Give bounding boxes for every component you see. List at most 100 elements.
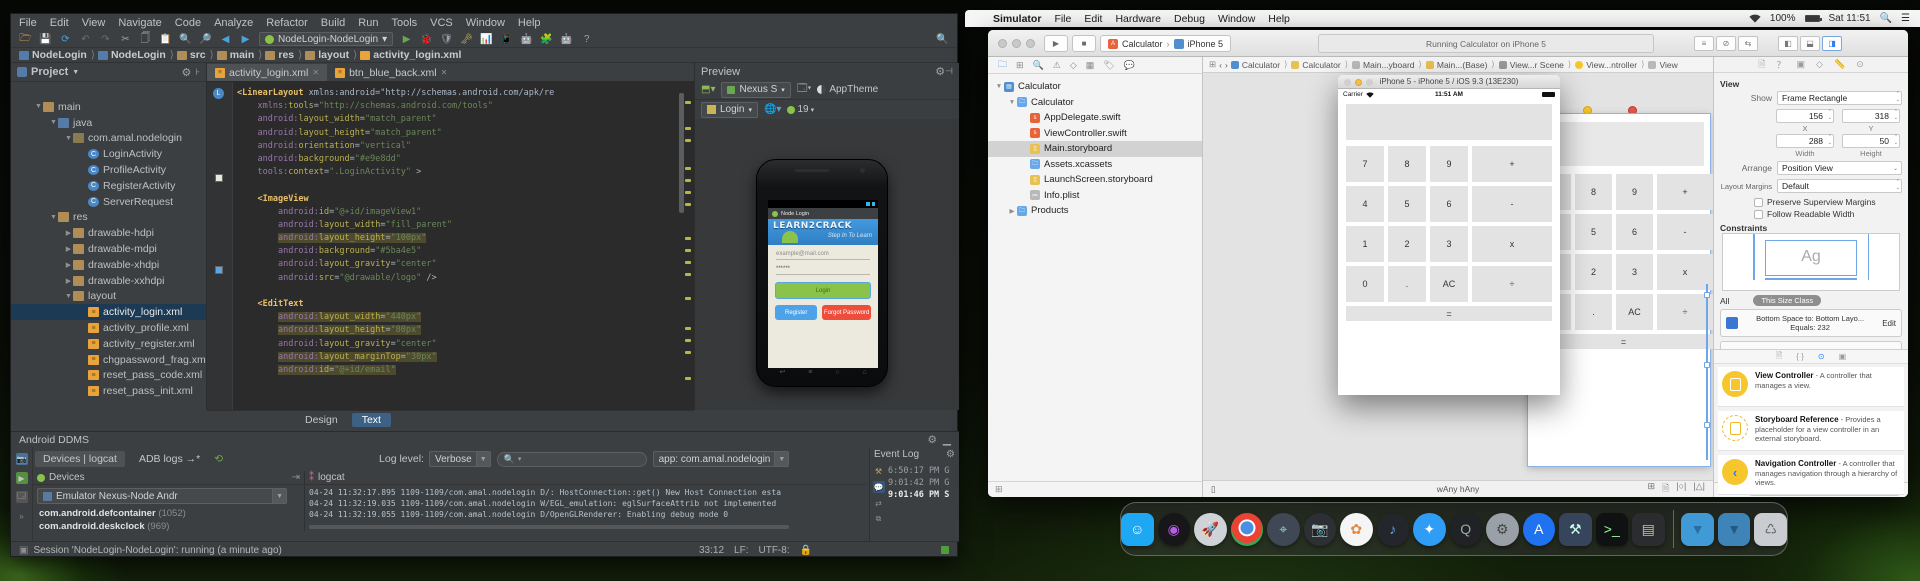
menu-item-run[interactable]: Run — [358, 17, 378, 29]
report-navigator-icon[interactable]: 💬 — [1124, 60, 1135, 71]
jumpbar-segment[interactable]: Main...yboard — [1352, 60, 1415, 70]
code-editor[interactable]: <LinearLayout xmlns:android="http://sche… — [237, 87, 680, 377]
activity-selector[interactable]: Login▾ — [701, 102, 758, 118]
mac-menu-help[interactable]: Help — [1268, 13, 1290, 25]
screen-record-icon[interactable]: ▶ — [16, 472, 28, 484]
disclosure-icon[interactable]: ▶ — [1007, 207, 1017, 215]
sim-key-5[interactable]: 5 — [1388, 186, 1426, 222]
disclosure-icon[interactable]: ▼ — [1007, 99, 1017, 106]
paste-icon[interactable]: 📋 — [159, 33, 172, 46]
tree-expand-icon[interactable]: ▶ — [64, 261, 73, 269]
dock-itunes[interactable]: ♪ — [1377, 513, 1410, 546]
sim-key-+[interactable]: + — [1472, 146, 1552, 182]
restart-adb-icon[interactable]: ⟲ — [214, 453, 223, 465]
sim-key-0[interactable]: 0 — [1346, 266, 1384, 302]
menu-item-refactor[interactable]: Refactor — [266, 17, 308, 29]
object-library-icon[interactable]: ⊙ — [1818, 352, 1825, 361]
back-icon[interactable]: ◀ — [219, 33, 232, 46]
menu-item-window[interactable]: Window — [466, 17, 505, 29]
settings-wrench-icon[interactable]: ⚒ — [873, 465, 885, 477]
sim-key-7[interactable]: 7 — [1346, 146, 1384, 182]
tree-item-res[interactable]: ▼res — [11, 210, 206, 226]
mac-menu-window[interactable]: Window — [1218, 13, 1255, 25]
share-icon[interactable]: ⇄ — [873, 497, 885, 509]
mac-menu-hardware[interactable]: Hardware — [1115, 13, 1161, 25]
event-log-bubble-icon[interactable]: 💬 — [873, 481, 885, 493]
find-navigator-icon[interactable]: 🔍 — [1033, 60, 1044, 71]
login-button[interactable]: Login — [775, 282, 871, 299]
sim-key-equals[interactable]: = — [1346, 306, 1552, 321]
breadcrumb-item-main[interactable]: main⟩ — [217, 49, 264, 61]
tree-item-drawable-xxhdpi[interactable]: ▶drawable-xxhdpi — [11, 273, 206, 289]
tree-expand-icon[interactable]: ▼ — [34, 103, 43, 110]
dock-downloads-folder[interactable]: ▼ — [1718, 513, 1751, 546]
toggle-navigator-icon[interactable]: ◧ — [1778, 36, 1798, 51]
android-icon[interactable]: 🤖 — [560, 33, 573, 46]
tree-item-reset_pass_code-xml[interactable]: ≡reset_pass_code.xml — [11, 368, 206, 384]
menubar-clock[interactable]: Sat 11:51 — [1829, 13, 1871, 24]
tab-adb-logs[interactable]: ADB logs →* — [131, 451, 208, 467]
storyboard-key-.[interactable]: . — [1575, 294, 1612, 330]
tree-expand-icon[interactable]: ▶ — [64, 245, 73, 253]
hide-preview-icon[interactable]: ⊣ — [945, 66, 953, 77]
sim-close-button[interactable] — [1344, 79, 1351, 86]
jumpbar-segment[interactable]: Calculator — [1231, 60, 1280, 70]
breadcrumb-item-layout[interactable]: layout⟩ — [305, 49, 358, 61]
size-class-control[interactable]: wAny hAny — [1437, 484, 1480, 494]
run-configuration-select[interactable]: NodeLogin-NodeLogin▾ — [259, 32, 393, 46]
size-inspector-icon[interactable]: 📏 — [1834, 59, 1845, 70]
zoom-button[interactable] — [1026, 39, 1035, 48]
notification-center-icon[interactable]: ☰ — [1901, 13, 1910, 24]
dock-quicktime[interactable]: Q — [1450, 513, 1483, 546]
width-field[interactable]: 288 — [1776, 134, 1834, 148]
dock-trash[interactable]: ♺ — [1754, 513, 1787, 546]
tree-item-drawable-xhdpi[interactable]: ▶drawable-xhdpi — [11, 257, 206, 273]
spotlight-icon[interactable]: 🔍 — [1880, 13, 1892, 24]
ddms-gear-icon[interactable]: ⚙ — [928, 434, 937, 446]
tree-item-LoginActivity[interactable]: CLoginActivity — [11, 146, 206, 162]
debug-icon[interactable]: 🐞 — [420, 33, 433, 46]
lock-icon[interactable]: 🔒 — [800, 545, 812, 556]
storyboard-key-x[interactable]: x — [1657, 254, 1713, 290]
logcat-scrollbar[interactable] — [309, 525, 789, 529]
tree-item-activity_login-xml[interactable]: ≡activity_login.xml — [11, 304, 206, 320]
sim-key-x[interactable]: x — [1472, 226, 1552, 262]
constraint-item[interactable]: Bottom Space to: Bottom Layo...Equals: 2… — [1720, 309, 1902, 337]
forward-icon[interactable]: ▶ — [239, 33, 252, 46]
tree-item-drawable-hdpi[interactable]: ▶drawable-hdpi — [11, 225, 206, 241]
color-swatch[interactable] — [215, 266, 223, 274]
mac-menu-debug[interactable]: Debug — [1174, 13, 1205, 25]
storyboard-key-+[interactable]: + — [1657, 174, 1713, 210]
storyboard-key-equals[interactable]: = — [1534, 334, 1713, 349]
storyboard-key-5[interactable]: 5 — [1575, 214, 1612, 250]
tree-item-activity_register-xml[interactable]: ≡activity_register.xml — [11, 336, 206, 352]
breadcrumb-item-src[interactable]: src⟩ — [177, 49, 215, 61]
virtual-device-icon[interactable]: 🧩 — [540, 33, 553, 46]
file-template-library-icon[interactable]: 🗎 — [1776, 350, 1782, 364]
menu-item-build[interactable]: Build — [321, 17, 345, 29]
library-card-storyboard-reference[interactable]: Storyboard Reference - Provides a placeh… — [1718, 411, 1904, 451]
device-combo[interactable]: Emulator Nexus-Node Andr▼ — [37, 488, 287, 504]
symbol-navigator-icon[interactable]: ⊞ — [1016, 60, 1024, 71]
storyboard-key-6[interactable]: 6 — [1616, 214, 1653, 250]
tree-item-ProfileActivity[interactable]: CProfileActivity — [11, 162, 206, 178]
menu-item-tools[interactable]: Tools — [391, 17, 417, 29]
y-field[interactable]: 318 — [1842, 109, 1900, 123]
coverage-icon[interactable]: 🛡 — [440, 33, 453, 46]
tree-item-main[interactable]: ▼main — [11, 99, 206, 115]
minimize-button[interactable] — [1012, 39, 1021, 48]
menu-item-help[interactable]: Help — [518, 17, 541, 29]
code-snippet-library-icon[interactable]: { } — [1796, 352, 1804, 361]
email-field[interactable]: example@mail.com — [776, 251, 870, 260]
run-icon[interactable]: ▶ — [400, 33, 413, 46]
all-label[interactable]: All — [1720, 296, 1729, 306]
line-separator[interactable]: LF: — [734, 545, 748, 556]
dock-mode-icon[interactable]: 🗔▾ — [797, 81, 812, 98]
ddms-minimize-icon[interactable]: ▁ — [943, 434, 951, 446]
height-field[interactable]: 50 — [1842, 134, 1900, 148]
menu-item-code[interactable]: Code — [175, 17, 201, 29]
tree-expand-icon[interactable]: ▼ — [64, 293, 73, 300]
hide-panel-icon[interactable]: ⊦ — [195, 67, 200, 78]
simulator-titlebar[interactable]: iPhone 5 - iPhone 5 / iOS 9.3 (13E230) — [1338, 75, 1560, 89]
overflow-icon[interactable]: » — [16, 510, 28, 522]
